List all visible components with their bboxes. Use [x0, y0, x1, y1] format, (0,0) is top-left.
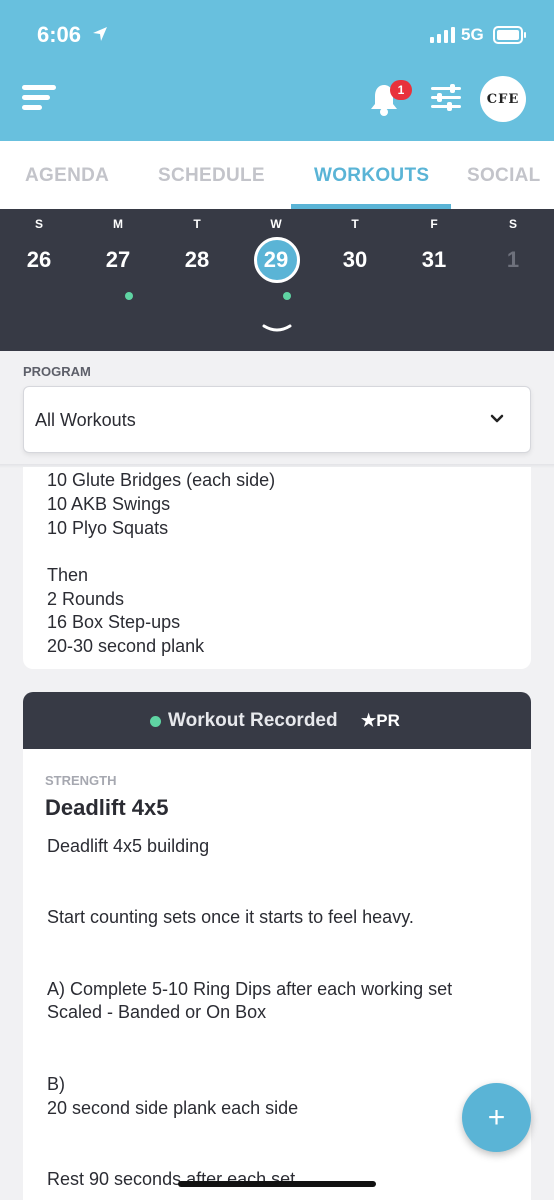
program-select[interactable]: All Workouts	[23, 386, 531, 453]
workout-title: Deadlift 4x5	[45, 795, 169, 820]
add-button[interactable]: +	[462, 1083, 531, 1152]
workout-line: Deadlift 4x5 building	[47, 836, 210, 856]
pr-badge: ★PR	[361, 711, 400, 730]
workout-dot	[283, 292, 291, 300]
notification-badge: 1	[390, 80, 412, 100]
tab-social[interactable]: SOCIAL	[467, 165, 541, 187]
filter-sliders-icon[interactable]	[431, 84, 461, 112]
day-number[interactable]: 26	[9, 247, 69, 273]
day-number[interactable]: 28	[167, 247, 227, 273]
workout-dot	[125, 292, 133, 300]
battery-icon	[493, 26, 526, 44]
day-number[interactable]: 30	[325, 247, 385, 273]
day-number-selected[interactable]: 29	[246, 247, 306, 273]
day-of-week: S	[34, 217, 43, 231]
avatar-logo-text: CFE	[486, 91, 520, 107]
status-time: 6:06	[37, 22, 82, 47]
recorded-status-dot	[150, 716, 161, 727]
day-of-week: W	[270, 217, 282, 231]
home-indicator	[178, 1181, 376, 1187]
tab-workouts[interactable]: WORKOUTS	[314, 165, 429, 187]
day-number[interactable]: 31	[404, 247, 464, 273]
day-number[interactable]: 1	[483, 247, 543, 273]
signal-icon	[430, 27, 455, 43]
workout-line: Scaled - Banded or On Box	[47, 1002, 267, 1022]
chevron-down-icon	[490, 414, 504, 423]
expand-calendar-icon[interactable]	[262, 322, 292, 336]
recorded-status-text: Workout Recorded	[168, 710, 338, 731]
day-of-week: F	[430, 217, 438, 231]
workout-line: B)	[47, 1074, 65, 1094]
day-of-week: M	[113, 217, 123, 231]
workout-line: 10 Plyo Squats	[47, 518, 169, 538]
program-value: All Workouts	[35, 410, 136, 430]
workout-line: Start counting sets once it starts to fe…	[47, 907, 414, 927]
location-arrow-icon	[93, 27, 107, 41]
day-of-week: T	[193, 217, 201, 231]
network-type: 5G	[461, 25, 484, 44]
workout-line: 16 Box Step-ups	[47, 612, 181, 632]
workout-line: 20 second side plank each side	[47, 1098, 299, 1118]
tab-agenda[interactable]: AGENDA	[25, 165, 109, 187]
day-of-week: T	[351, 217, 359, 231]
avatar[interactable]: CFE	[480, 76, 526, 122]
workout-line: 2 Rounds	[47, 589, 125, 609]
app-header: 6:06 5G 1 CFE	[0, 0, 554, 141]
workout-line: 10 AKB Swings	[47, 494, 171, 514]
day-of-week: S	[508, 217, 517, 231]
workout-line: Then	[47, 565, 89, 585]
program-label: PROGRAM	[23, 364, 91, 379]
section-tag: STRENGTH	[45, 773, 117, 788]
workout-line: A) Complete 5-10 Ring Dips after each wo…	[47, 979, 453, 999]
workout-line: 10 Glute Bridges (each side)	[47, 470, 276, 490]
menu-icon[interactable]	[22, 84, 58, 112]
tab-bar: AGENDA SCHEDULE WORKOUTS SOCIAL	[0, 141, 554, 209]
day-number[interactable]: 27	[88, 247, 148, 273]
tab-schedule[interactable]: SCHEDULE	[158, 165, 265, 187]
workout-line: 20-30 second plank	[47, 636, 205, 656]
